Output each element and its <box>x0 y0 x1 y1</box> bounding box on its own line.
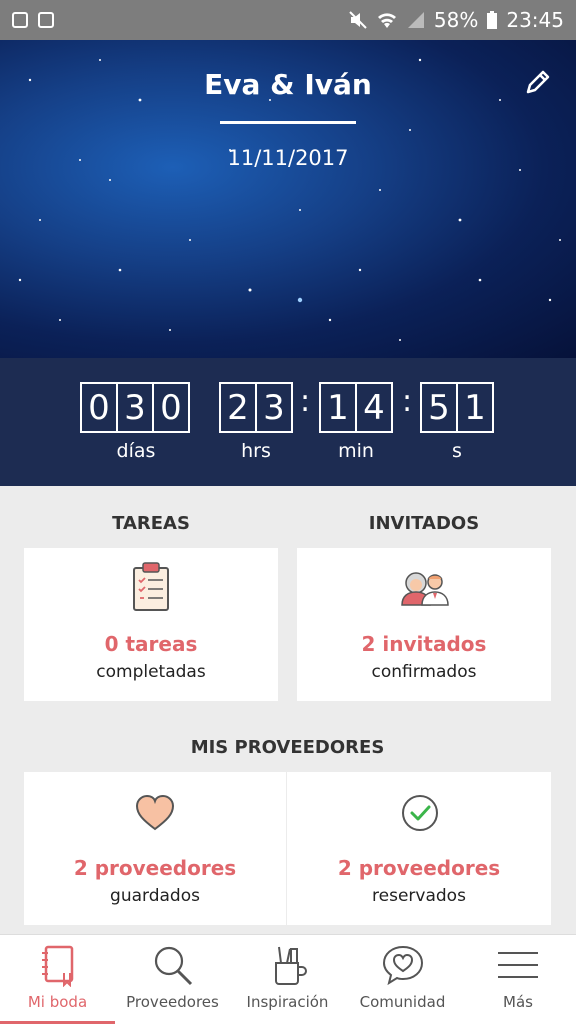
signal-icon <box>407 12 424 28</box>
vendors-heading: MIS PROVEEDORES <box>190 737 385 758</box>
nav-item-proveedores[interactable]: Proveedores <box>115 935 230 1024</box>
tasks-caption: completadas <box>96 662 206 682</box>
days-digit: 0 <box>152 382 190 433</box>
countdown-panel: 0 3 0 2 3 : 1 4 : 5 1 días hrs min s <box>0 358 576 486</box>
nav-item-mi-boda[interactable]: Mi boda <box>0 935 115 1024</box>
days-label: días <box>116 440 156 462</box>
days-digit: 0 <box>80 382 118 433</box>
mute-icon <box>349 11 367 29</box>
notebook-icon <box>41 945 73 987</box>
pencil-cup-icon <box>274 946 307 985</box>
vendors-booked-count: 2 proveedores <box>337 856 501 880</box>
chat-heart-icon <box>382 945 423 986</box>
seconds-label: s <box>452 440 462 462</box>
battery-icon <box>487 11 498 29</box>
edit-pencil-icon[interactable] <box>522 66 554 98</box>
days-digit: 3 <box>116 382 154 433</box>
countdown-days: 0 3 0 <box>80 382 190 433</box>
menu-icon <box>498 952 538 978</box>
hours-digit: 2 <box>219 382 257 433</box>
minutes-label: min <box>338 440 374 462</box>
vendors-booked-caption: reservados <box>372 886 466 906</box>
search-icon <box>154 946 192 986</box>
vendors-saved-card[interactable]: 2 proveedores guardados <box>24 772 286 925</box>
bottom-navigation: Mi boda Proveedores Inspiración Comunida… <box>0 934 576 1024</box>
vendors-saved-count: 2 proveedores <box>73 856 237 880</box>
nav-label: Más <box>503 993 533 1011</box>
recycle-notification-icon <box>38 12 54 28</box>
vendors-booked-card[interactable]: 2 proveedores reservados <box>287 772 551 925</box>
wedding-date: 11/11/2017 <box>227 146 349 170</box>
nav-item-inspiracion[interactable]: Inspiración <box>230 935 345 1024</box>
nav-label: Inspiración <box>246 993 329 1011</box>
countdown-seconds: 5 1 <box>420 382 494 433</box>
clock: 23:45 <box>506 8 564 32</box>
couple-names: Eva & Iván <box>204 68 372 101</box>
hero-banner: Eva & Iván 11/11/2017 <box>0 40 576 358</box>
tasks-heading: TAREAS <box>112 513 190 534</box>
seconds-digit: 5 <box>420 382 458 433</box>
clipboard-checklist-icon <box>133 562 169 611</box>
guests-couple-icon <box>401 572 449 606</box>
hours-digit: 3 <box>255 382 293 433</box>
time-separator: : <box>300 384 311 419</box>
guests-card[interactable]: 2 invitados confirmados <box>297 548 551 701</box>
heart-icon <box>135 794 175 831</box>
minutes-digit: 1 <box>319 382 357 433</box>
seconds-digit: 1 <box>456 382 494 433</box>
guests-count: 2 invitados <box>361 632 487 656</box>
outlook-notification-icon <box>12 12 28 28</box>
title-underline <box>220 121 356 124</box>
nav-label: Comunidad <box>359 993 446 1011</box>
minutes-digit: 4 <box>355 382 393 433</box>
nav-label: Mi boda <box>27 993 88 1011</box>
tasks-count: 0 tareas <box>104 632 198 656</box>
time-separator: : <box>402 384 413 419</box>
tasks-card[interactable]: 0 tareas completadas <box>24 548 278 701</box>
countdown-minutes: 1 4 <box>319 382 393 433</box>
countdown-hours: 2 3 <box>219 382 293 433</box>
checkmark-circle-icon <box>402 795 438 831</box>
nav-label: Proveedores <box>126 993 219 1011</box>
battery-level: 58% <box>433 8 479 32</box>
guests-heading: INVITADOS <box>368 513 480 534</box>
guests-caption: confirmados <box>371 662 477 682</box>
vendors-saved-caption: guardados <box>110 886 200 906</box>
wifi-icon <box>377 13 396 28</box>
hours-label: hrs <box>241 440 271 462</box>
nav-item-comunidad[interactable]: Comunidad <box>345 935 460 1024</box>
nav-item-mas[interactable]: Más <box>460 935 576 1024</box>
status-bar: 58% 23:45 <box>0 0 576 40</box>
